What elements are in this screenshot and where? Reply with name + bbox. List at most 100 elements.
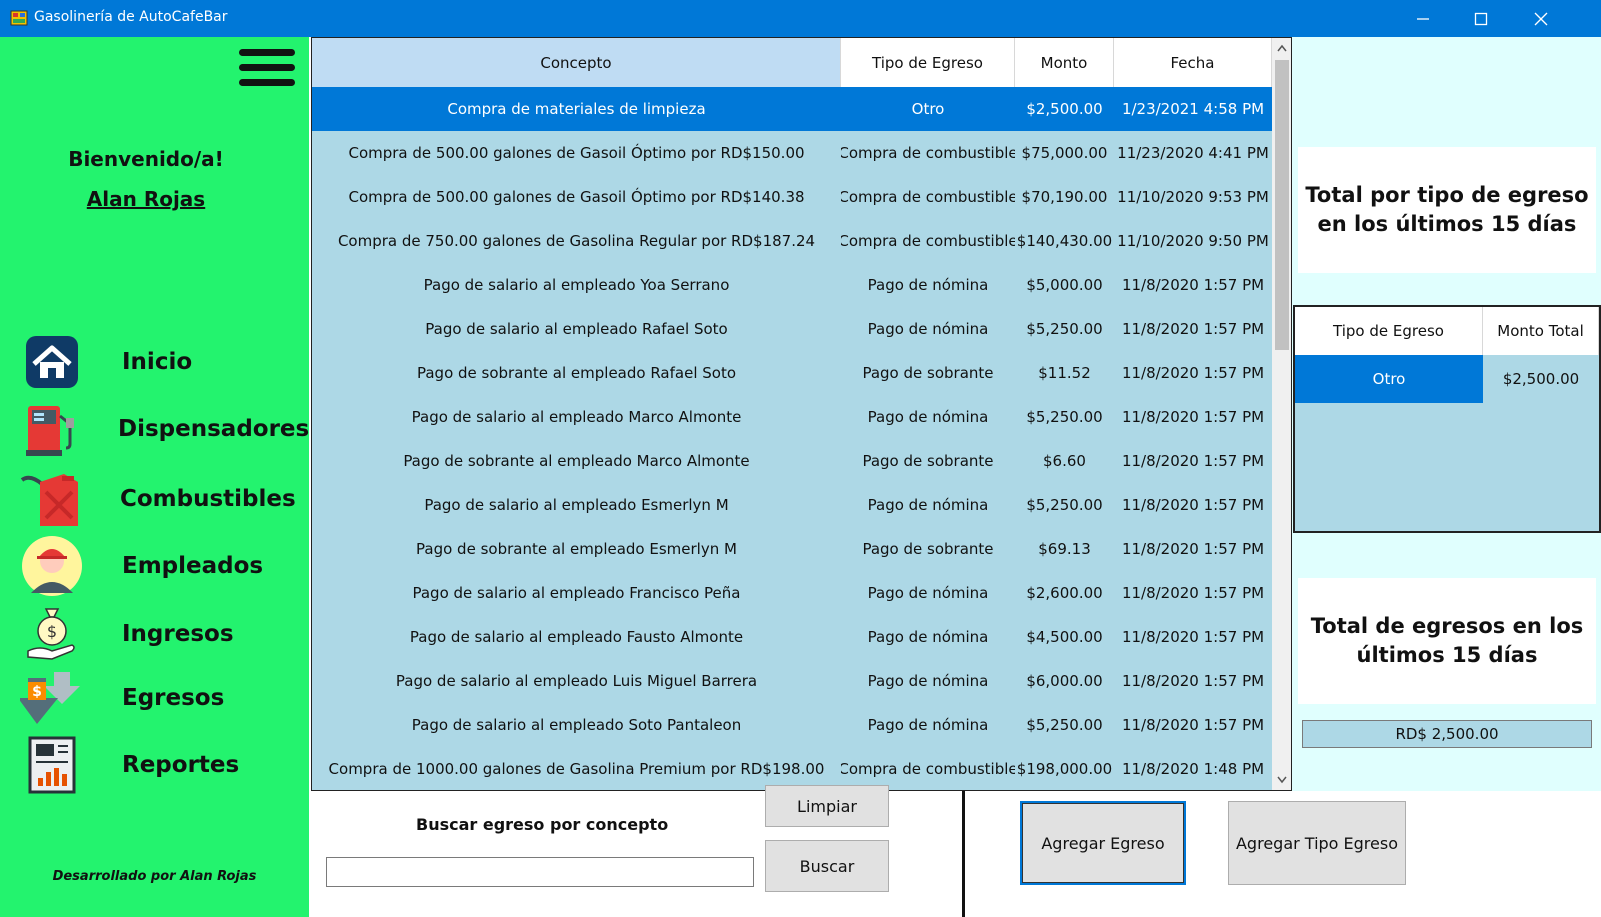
table-cell: Pago de salario al empleado Marco Almont…	[411, 408, 742, 426]
table-cell: 11/8/2020 1:57 PM	[1121, 672, 1265, 690]
table-row[interactable]: Compra de 500.00 galones de Gasoil Óptim…	[312, 175, 1272, 219]
scroll-thumb[interactable]	[1275, 60, 1289, 350]
table-cell: Pago de nómina	[867, 584, 989, 602]
nav-item-inicio[interactable]: Inicio	[20, 332, 290, 392]
table-cell: Compra de combustible	[841, 144, 1015, 162]
search-button[interactable]: Buscar	[765, 840, 889, 892]
summary-grid[interactable]: Tipo de Egreso Monto Total Otro $2,500.0…	[1293, 305, 1601, 533]
table-cell: $5,250.00	[1026, 716, 1103, 734]
nav-item-empleados[interactable]: Empleados	[20, 536, 290, 596]
table-cell: 11/10/2020 9:50 PM	[1117, 232, 1269, 250]
summary-cell-monto: $2,500.00	[1483, 355, 1599, 403]
close-button[interactable]	[1512, 0, 1570, 37]
table-cell: $6,000.00	[1026, 672, 1103, 690]
sidebar: Bienvenido/a! Alan Rojas Inicio Dispensa…	[0, 37, 309, 917]
summary-header-tipo[interactable]: Tipo de Egreso	[1295, 307, 1483, 355]
clear-button[interactable]: Limpiar	[765, 785, 889, 827]
nav-label-ingresos: Ingresos	[122, 621, 234, 647]
table-row[interactable]: Pago de salario al empleado Francisco Pe…	[312, 571, 1272, 615]
column-header-concepto[interactable]: Concepto	[312, 38, 841, 87]
table-cell: 11/8/2020 1:48 PM	[1121, 760, 1265, 778]
nav-item-combustibles[interactable]: Combustibles	[20, 469, 296, 529]
table-cell: 11/8/2020 1:57 PM	[1121, 584, 1265, 602]
maximize-button[interactable]	[1452, 0, 1510, 37]
minimize-icon	[1417, 17, 1429, 20]
add-expense-type-button[interactable]: Agregar Tipo Egreso	[1228, 801, 1406, 885]
minimize-button[interactable]	[1394, 0, 1452, 37]
nav-item-ingresos[interactable]: $ Ingresos	[20, 604, 290, 664]
table-cell: Pago de sobrante	[862, 364, 994, 382]
search-input[interactable]	[326, 857, 754, 887]
table-row[interactable]: Pago de salario al empleado Yoa Serrano P…	[312, 263, 1272, 307]
table-row[interactable]: Pago de salario al empleado Marco Almont…	[312, 395, 1272, 439]
table-cell: Pago de nómina	[867, 628, 989, 646]
nav-label-empleados: Empleados	[122, 553, 264, 579]
hamburger-menu-icon[interactable]	[239, 49, 295, 91]
grid-header: Concepto Tipo de Egreso Monto Fecha	[312, 38, 1272, 87]
scroll-down-button[interactable]	[1272, 770, 1291, 790]
table-cell: Pago de salario al empleado Francisco Pe…	[412, 584, 741, 602]
table-row[interactable]: Compra de 500.00 galones de Gasoil Óptim…	[312, 131, 1272, 175]
close-icon	[1534, 12, 1548, 25]
table-cell: $2,600.00	[1026, 584, 1103, 602]
table-cell: Pago de sobrante al empleado Esmerlyn M	[416, 540, 737, 558]
table-cell: 11/10/2020 9:53 PM	[1117, 188, 1269, 206]
table-row[interactable]: Pago de salario al empleado Rafael Soto P…	[312, 307, 1272, 351]
table-row[interactable]: Pago de sobrante al empleado Marco Almon…	[312, 439, 1272, 483]
table-cell: $6.60	[1043, 452, 1086, 470]
table-cell: 11/8/2020 1:57 PM	[1121, 628, 1265, 646]
summary-cell-tipo: Otro	[1295, 355, 1483, 403]
table-cell: $2,500.00	[1026, 100, 1103, 118]
summary-row[interactable]: Otro $2,500.00	[1295, 355, 1599, 403]
column-header-fecha[interactable]: Fecha	[1114, 38, 1272, 87]
table-cell: Otro	[911, 100, 945, 118]
nav-label-reportes: Reportes	[122, 752, 240, 778]
summary-header-monto[interactable]: Monto Total	[1483, 307, 1599, 355]
table-cell: 11/8/2020 1:57 PM	[1121, 364, 1265, 382]
grid-scrollbar[interactable]	[1272, 38, 1291, 790]
table-cell: 1/23/2021 4:58 PM	[1121, 100, 1265, 118]
table-cell: $11.52	[1038, 364, 1091, 382]
table-cell: Pago de salario al empleado Yoa Serrano	[423, 276, 730, 294]
table-row[interactable]: Pago de salario al empleado Luis Miguel …	[312, 659, 1272, 703]
nav-item-reportes[interactable]: Reportes	[20, 735, 290, 795]
nav-label-combustibles: Combustibles	[120, 486, 296, 512]
table-row[interactable]: Pago de sobrante al empleado Esmerlyn M P…	[312, 527, 1272, 571]
table-row[interactable]: Pago de sobrante al empleado Rafael Soto…	[312, 351, 1272, 395]
table-cell: Compra de 1000.00 galones de Gasolina Pr…	[328, 760, 825, 778]
table-cell: Compra de 750.00 galones de Gasolina Reg…	[337, 232, 816, 250]
table-cell: 11/23/2020 4:41 PM	[1117, 144, 1269, 162]
table-cell: Compra de combustible	[841, 188, 1015, 206]
table-cell: Pago de sobrante al empleado Rafael Soto	[416, 364, 737, 382]
table-cell: Pago de salario al empleado Luis Miguel …	[395, 672, 758, 690]
add-expense-button[interactable]: Agregar Egreso	[1020, 801, 1186, 885]
column-header-tipo-egreso[interactable]: Tipo de Egreso	[841, 38, 1015, 87]
nav-item-dispensadores[interactable]: Dispensadores	[20, 399, 309, 459]
table-cell: $69.13	[1038, 540, 1091, 558]
expenses-grid[interactable]: Concepto Tipo de Egreso Monto Fecha Comp…	[311, 37, 1292, 791]
nav-label-inicio: Inicio	[122, 349, 193, 375]
table-row[interactable]: Pago de salario al empleado Esmerlyn M Pa…	[312, 483, 1272, 527]
table-cell: $4,500.00	[1026, 628, 1103, 646]
table-cell: Pago de nómina	[867, 672, 989, 690]
table-cell: $5,250.00	[1026, 496, 1103, 514]
table-row[interactable]: Pago de salario al empleado Fausto Almon…	[312, 615, 1272, 659]
table-cell: Compra de materiales de limpieza	[447, 100, 706, 118]
table-cell: Pago de sobrante	[862, 540, 994, 558]
table-cell: $5,000.00	[1026, 276, 1103, 294]
table-row[interactable]: Compra de 750.00 galones de Gasolina Reg…	[312, 219, 1272, 263]
scroll-up-button[interactable]	[1272, 38, 1291, 58]
table-cell: Pago de salario al empleado Fausto Almon…	[409, 628, 744, 646]
table-cell: Compra de 500.00 galones de Gasoil Óptim…	[348, 144, 805, 162]
actions-panel: Agregar Egreso Agregar Tipo Egreso	[965, 791, 1601, 917]
total-value: RD$ 2,500.00	[1302, 720, 1592, 748]
title-bar: Gasolinería de AutoCafeBar	[0, 0, 1601, 37]
table-cell: 11/8/2020 1:57 PM	[1121, 716, 1265, 734]
table-row[interactable]: Compra de materiales de limpieza Otro $2,5…	[312, 87, 1272, 131]
nav-item-egresos[interactable]: $ Egresos	[20, 668, 290, 728]
user-name-link[interactable]: Alan Rojas	[0, 187, 292, 211]
svg-text:$: $	[32, 684, 42, 700]
table-row[interactable]: Pago de salario al empleado Soto Pantale…	[312, 703, 1272, 747]
column-header-monto[interactable]: Monto	[1015, 38, 1114, 87]
table-cell: Compra de combustible	[841, 232, 1015, 250]
